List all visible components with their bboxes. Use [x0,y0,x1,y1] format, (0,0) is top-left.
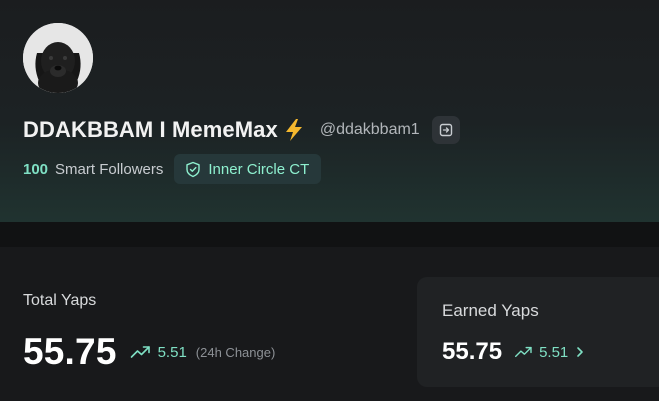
trending-up-icon [130,346,150,358]
avatar[interactable] [23,23,93,93]
copy-link-icon [439,123,452,137]
copy-link-button[interactable] [431,116,460,144]
earned-yaps-card[interactable]: Earned Yaps 55.75 5.51 [417,277,659,387]
name-row: DDAKBBAM I MemeMax @ddakbbam1 [23,114,460,146]
earned-yaps-row[interactable]: 55.75 5.51 [442,337,585,367]
lightning-bolt-icon [281,117,307,143]
change-period-note: (24h Change) [195,344,276,360]
profile-handle: @ddakbbam1 [319,121,420,138]
total-yaps-row: 55.75 5.51 (24h Change) [23,330,275,374]
chevron-right-icon[interactable] [575,346,585,358]
profile-header [0,0,659,222]
smart-followers-label: Smart Followers [55,160,164,178]
followers-row: 100 Smart Followers Inner Circle CT [23,154,322,184]
black-puppy-avatar-icon [23,23,93,93]
total-yaps-change: 5.51 [157,343,187,361]
earned-yaps-value: 55.75 [442,338,503,365]
shield-icon [186,161,201,177]
earned-yaps-label: Earned Yaps [442,301,539,320]
badge-label: Inner Circle CT [208,160,310,178]
inner-circle-badge[interactable]: Inner Circle CT [174,154,322,184]
smart-followers-count: 100 [23,160,49,178]
total-yaps-label: Total Yaps [23,292,97,309]
display-name: DDAKBBAM I MemeMax [23,117,278,142]
total-yaps-value: 55.75 [23,331,117,372]
trending-up-icon [515,346,532,358]
earned-yaps-change: 5.51 [539,343,569,361]
section-divider [0,222,659,247]
